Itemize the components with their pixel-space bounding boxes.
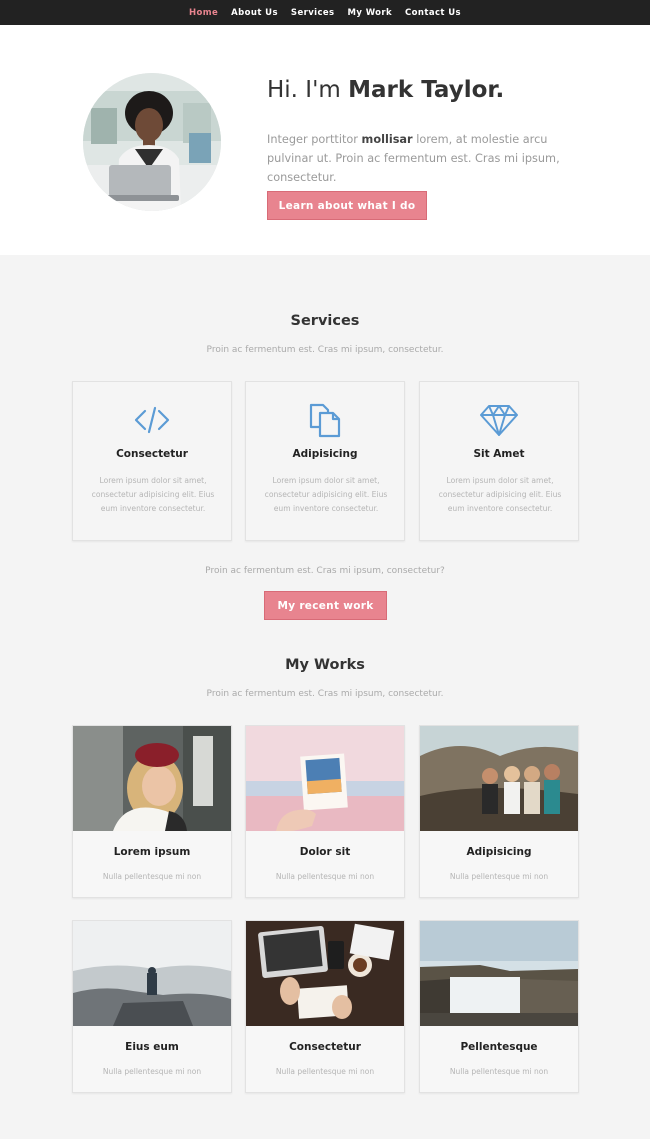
work-subtitle: Nulla pellentesque mi non [275,1067,375,1076]
services-subtitle: Proin ac fermentum est. Cras mi ipsum, c… [206,345,444,355]
service-card-adipisicing[interactable]: Adipisicing Lorem ipsum dolor sit amet, … [245,381,405,541]
documents-icon [246,402,404,438]
service-card-sit-amet[interactable]: Sit Amet Lorem ipsum dolor sit amet, con… [419,381,579,541]
nav-about-us[interactable]: About Us [231,8,278,18]
work-subtitle: Nulla pellentesque mi non [102,1067,202,1076]
works-subtitle: Proin ac fermentum est. Cras mi ipsum, c… [206,689,444,699]
work-title: Lorem ipsum [113,846,191,858]
work-card[interactable]: Pellentesque Nulla pellentesque mi non [419,920,579,1093]
work-card[interactable]: Eius eum Nulla pellentesque mi non [72,920,232,1093]
service-title: Adipisicing [292,448,358,460]
service-title: Sit Amet [473,448,525,460]
hero-section: Hi. I'm Mark Taylor. Integer porttitor m… [0,25,650,255]
learn-more-button[interactable]: Learn about what I do [267,191,427,220]
service-text: Lorem ipsum dolor sit amet, consectetur … [91,476,215,513]
service-card-consectetur[interactable]: Consectetur Lorem ipsum dolor sit amet, … [72,381,232,541]
work-image-foggy-mountain [73,921,231,1026]
profile-photo [83,73,221,211]
nav-home[interactable]: Home [189,8,218,18]
nav-my-work[interactable]: My Work [348,8,393,18]
recent-work-button[interactable]: My recent work [264,591,387,620]
hero-name: Mark Taylor. [348,77,505,103]
work-title: Pellentesque [460,1041,538,1053]
hero-text-start: Integer porttitor [267,133,358,146]
diamond-icon [420,402,578,438]
code-icon [73,402,231,438]
work-card[interactable]: Adipisicing Nulla pellentesque mi non [419,725,579,898]
hero-title: Hi. I'm Mark Taylor. [267,77,504,103]
work-title: Dolor sit [299,846,351,858]
work-image-woman-red-beret [73,726,231,831]
work-image-friends-group [420,726,578,831]
service-title: Consectetur [116,448,188,460]
service-text: Lorem ipsum dolor sit amet, consectetur … [438,476,562,513]
work-title: Adipisicing [466,846,532,858]
hero-text-bold: mollisar [361,133,413,146]
work-card[interactable]: Lorem ipsum Nulla pellentesque mi non [72,725,232,898]
work-image-desk-laptop [246,921,404,1026]
work-subtitle: Nulla pellentesque mi non [275,872,375,881]
nav-services[interactable]: Services [291,8,335,18]
hero-greeting: Hi. I'm [267,77,341,103]
work-subtitle: Nulla pellentesque mi non [449,1067,549,1076]
services-title: Services [290,313,360,329]
work-card[interactable]: Consectetur Nulla pellentesque mi non [245,920,405,1093]
work-subtitle: Nulla pellentesque mi non [449,872,549,881]
work-image-waterfall [420,921,578,1026]
top-navbar: Home About Us Services My Work Contact U… [0,0,650,25]
nav-contact-us[interactable]: Contact Us [405,8,461,18]
service-text: Lorem ipsum dolor sit amet, consectetur … [264,476,388,513]
work-title: Eius eum [125,1041,179,1053]
work-image-polaroid [246,726,404,831]
work-title: Consectetur [289,1041,361,1053]
works-title: My Works [285,657,365,673]
work-subtitle: Nulla pellentesque mi non [102,872,202,881]
work-card[interactable]: Dolor sit Nulla pellentesque mi non [245,725,405,898]
works-question: Proin ac fermentum est. Cras mi ipsum, c… [205,566,445,576]
hero-description: Integer porttitor mollisar lorem, at mol… [267,130,587,187]
